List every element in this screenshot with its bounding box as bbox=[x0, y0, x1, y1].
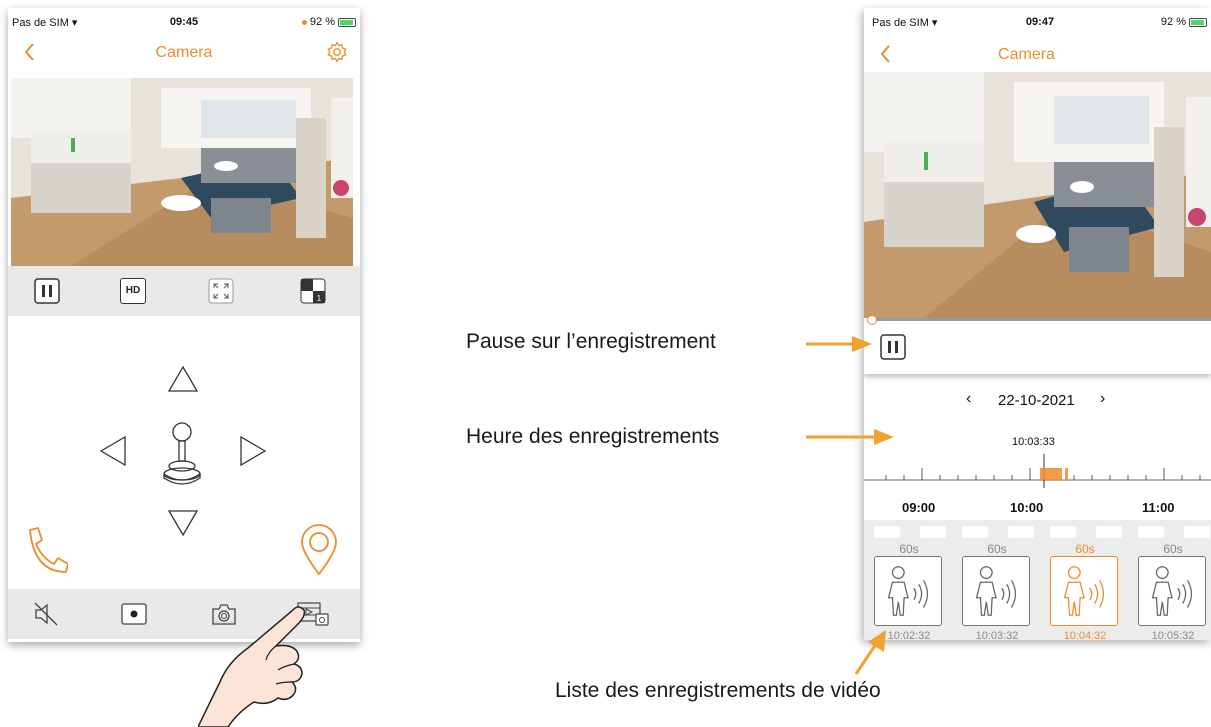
split-badge: 1 bbox=[317, 294, 322, 303]
date-selector: ‹ 22-10-2021 › bbox=[864, 390, 1211, 414]
annotation-pause: Pause sur l’enregistrement bbox=[466, 330, 716, 353]
recording-item[interactable]: 60s 10:05:32 bbox=[1138, 520, 1210, 640]
recording-item-selected[interactable]: 60s 10:04:32 bbox=[1050, 520, 1122, 640]
date-label: 22-10-2021 bbox=[998, 392, 1075, 409]
recording-item[interactable]: 60s 10:03:32 bbox=[962, 520, 1034, 640]
room-image bbox=[11, 78, 353, 266]
recording-segment bbox=[1065, 468, 1068, 480]
annotation-hours: Heure des enregistrements bbox=[466, 425, 720, 448]
wifi-icon: ▾ bbox=[71, 17, 78, 29]
recording-duration: 60s bbox=[987, 542, 1007, 556]
recording-time: 10:05:32 bbox=[1151, 630, 1195, 640]
camera-live-view[interactable] bbox=[11, 78, 353, 266]
gear-icon[interactable] bbox=[326, 41, 348, 63]
battery-indicator: 92 % bbox=[301, 16, 356, 28]
page-title: Camera bbox=[155, 44, 213, 61]
arrow-up-icon[interactable] bbox=[166, 364, 200, 394]
pause-icon[interactable] bbox=[880, 334, 906, 360]
playback-control-panel bbox=[864, 320, 1211, 374]
recording-duration: 60s bbox=[899, 542, 919, 556]
current-time: 10:03:33 bbox=[1012, 436, 1055, 448]
carrier-label: Pas de SIM ▾ bbox=[12, 17, 78, 29]
hd-icon[interactable]: HD bbox=[120, 278, 146, 304]
status-bar: Pas de SIM ▾ 09:47 92 % bbox=[864, 8, 1211, 34]
split-view-icon[interactable]: 1 bbox=[300, 278, 326, 304]
timeline-label: 09:00 bbox=[902, 500, 936, 515]
recording-list: 60s 10:02:32 60s 10:03:32 60s 10:04:32 6… bbox=[864, 520, 1211, 640]
phone-icon[interactable] bbox=[24, 526, 68, 576]
page-title: Camera bbox=[998, 46, 1055, 63]
recording-duration: 60s bbox=[1163, 542, 1183, 556]
clock: 09:47 bbox=[1025, 16, 1055, 28]
battery-indicator: 92 % bbox=[1161, 16, 1207, 28]
motion-detect-icon bbox=[975, 566, 1017, 616]
date-next-button[interactable]: › bbox=[1100, 390, 1105, 408]
progress-knob[interactable] bbox=[867, 315, 877, 325]
timeline[interactable] bbox=[864, 448, 1211, 488]
arrow-left-icon[interactable] bbox=[98, 434, 128, 468]
recording-duration: 60s bbox=[1075, 542, 1095, 556]
timeline-label: 11:00 bbox=[1142, 500, 1175, 515]
battery-icon bbox=[1189, 17, 1207, 27]
location-pin-icon[interactable] bbox=[300, 524, 338, 576]
wifi-icon: ▾ bbox=[931, 17, 938, 29]
mute-icon[interactable] bbox=[32, 600, 60, 628]
arrow-down-icon[interactable] bbox=[166, 508, 200, 538]
recording-item[interactable]: 60s 10:02:32 bbox=[874, 520, 946, 640]
motion-detect-icon bbox=[887, 566, 929, 616]
joystick-icon[interactable] bbox=[158, 420, 206, 488]
camera-live-screen: Pas de SIM ▾ 09:45 92 % Camera HD 1 bbox=[8, 8, 360, 642]
arrow-up-right-icon bbox=[854, 630, 886, 675]
video-control-bar: HD 1 bbox=[8, 266, 360, 316]
playback-progress-bar[interactable] bbox=[872, 318, 1211, 321]
camera-playback-screen: Pas de SIM ▾ 09:47 92 % Camera ‹ 22-10-2… bbox=[864, 8, 1211, 640]
date-prev-button[interactable]: ‹ bbox=[966, 390, 971, 408]
pause-icon[interactable] bbox=[34, 278, 60, 304]
arrow-right-icon[interactable] bbox=[238, 434, 268, 468]
clock: 09:45 bbox=[169, 16, 199, 28]
nav-bar: Camera bbox=[864, 38, 1211, 72]
recording-time: 10:03:32 bbox=[975, 630, 1019, 640]
battery-icon bbox=[338, 17, 356, 27]
timeline-label: 10:00 bbox=[1010, 500, 1044, 515]
motion-detect-icon bbox=[1151, 566, 1193, 616]
status-bar: Pas de SIM ▾ 09:45 92 % bbox=[8, 8, 360, 34]
orange-dot-icon bbox=[301, 19, 307, 25]
recording-time: 10:04:32 bbox=[1063, 630, 1107, 640]
motion-detect-icon bbox=[1063, 566, 1105, 616]
fullscreen-icon[interactable] bbox=[208, 278, 234, 304]
arrow-right-icon bbox=[806, 429, 894, 445]
annotation-list: Liste des enregistrements de vidéo bbox=[555, 679, 881, 702]
nav-bar: Camera bbox=[8, 36, 360, 70]
carrier-label: Pas de SIM ▾ bbox=[872, 17, 938, 29]
record-icon[interactable] bbox=[120, 600, 148, 628]
hand-pointer-icon bbox=[198, 606, 306, 727]
camera-playback-view[interactable] bbox=[864, 72, 1211, 318]
arrow-right-icon bbox=[806, 336, 872, 352]
recording-segment bbox=[1040, 468, 1062, 480]
room-image bbox=[864, 72, 1211, 318]
